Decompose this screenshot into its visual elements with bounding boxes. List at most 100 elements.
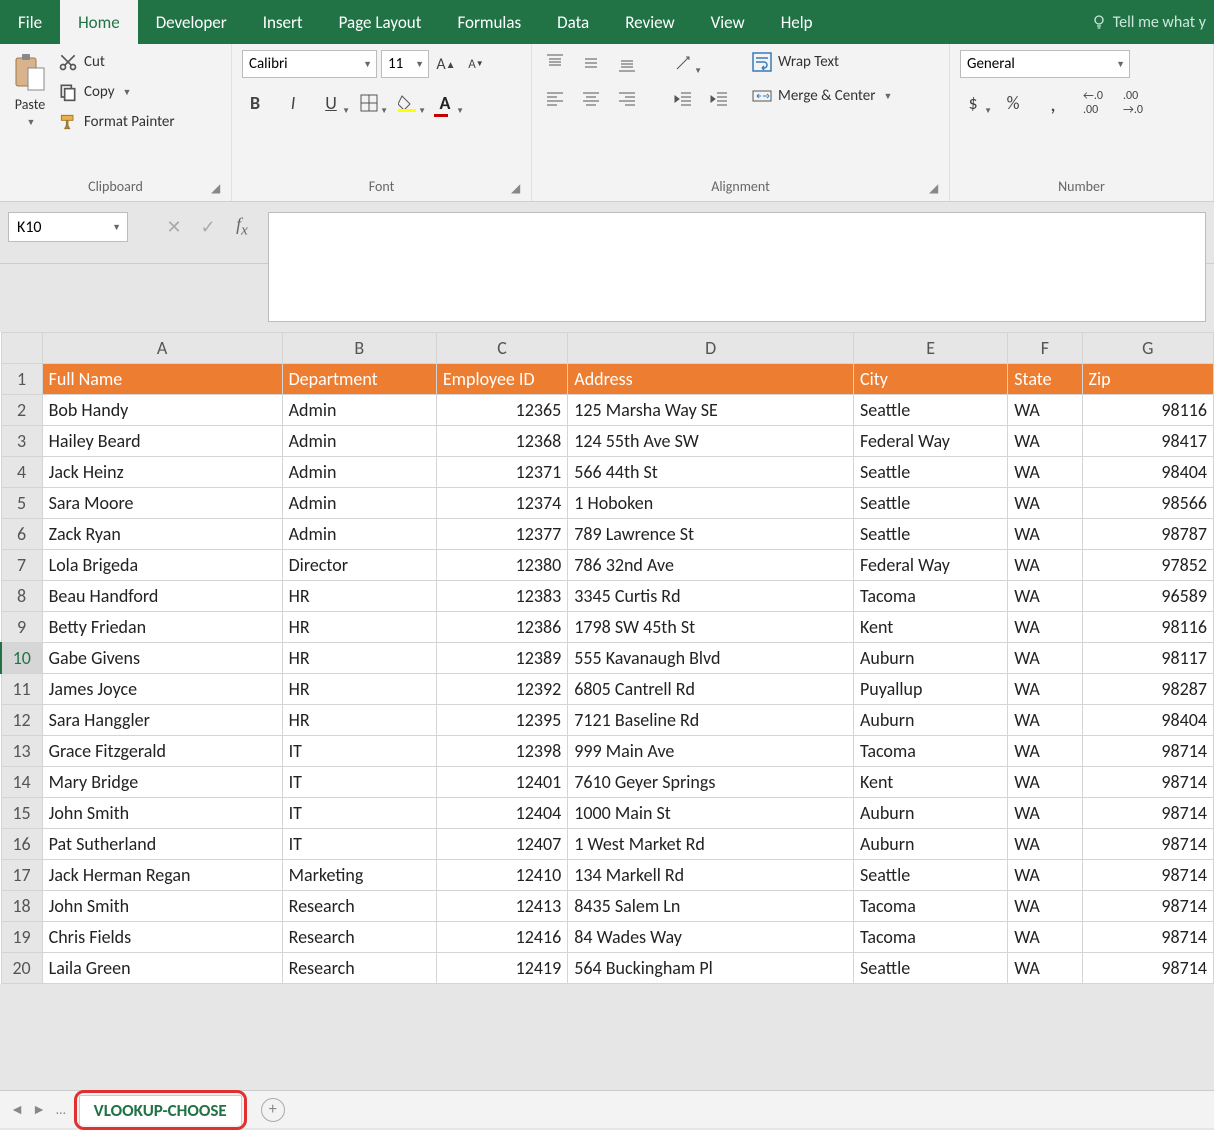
increase-font-button[interactable]: A▲ [433, 51, 459, 77]
cell[interactable]: IT [282, 798, 436, 829]
cell[interactable]: WA [1008, 612, 1082, 643]
tab-home[interactable]: Home [60, 0, 138, 44]
cell[interactable]: WA [1008, 705, 1082, 736]
cell[interactable]: 96589 [1082, 581, 1213, 612]
row-header[interactable]: 2 [1, 395, 42, 426]
tell-me-search[interactable]: Tell me what y [1091, 13, 1214, 32]
cell[interactable]: Sara Moore [42, 488, 282, 519]
insert-function-button[interactable]: fx [228, 212, 256, 242]
row-header[interactable]: 1 [1, 364, 42, 395]
cell[interactable]: IT [282, 736, 436, 767]
row-header[interactable]: 16 [1, 829, 42, 860]
clipboard-launcher[interactable]: ◢ [211, 181, 225, 195]
cell[interactable]: 786 32nd Ave [568, 550, 854, 581]
row-header[interactable]: 15 [1, 798, 42, 829]
cell[interactable]: Federal Way [853, 426, 1007, 457]
cell[interactable]: 98566 [1082, 488, 1213, 519]
decrease-decimal-button[interactable]: .00→.0 [1120, 90, 1146, 116]
cell[interactable]: 134 Markell Rd [568, 860, 854, 891]
cell[interactable]: WA [1008, 829, 1082, 860]
cell[interactable]: Federal Way [853, 550, 1007, 581]
cell[interactable]: WA [1008, 550, 1082, 581]
cell[interactable]: Beau Handford [42, 581, 282, 612]
cell[interactable]: 12404 [436, 798, 567, 829]
align-middle-button[interactable] [578, 50, 604, 76]
cell[interactable]: Seattle [853, 519, 1007, 550]
spreadsheet-grid[interactable]: ABCDEFG1Full NameDepartmentEmployee IDAd… [0, 332, 1214, 984]
tab-data[interactable]: Data [539, 0, 607, 44]
column-header-D[interactable]: D [568, 333, 854, 364]
cell[interactable]: Puyallup [853, 674, 1007, 705]
borders-button[interactable]: ▼ [356, 90, 382, 116]
wrap-text-button[interactable]: Wrap Text [752, 52, 892, 72]
row-header[interactable]: 19 [1, 922, 42, 953]
cell[interactable]: 98714 [1082, 922, 1213, 953]
merge-center-button[interactable]: Merge & Center ▼ [752, 86, 892, 106]
cell[interactable]: 12368 [436, 426, 567, 457]
cell[interactable]: WA [1008, 581, 1082, 612]
header-cell[interactable]: City [853, 364, 1007, 395]
cell[interactable]: Research [282, 891, 436, 922]
accounting-format-button[interactable]: $▼ [960, 90, 986, 116]
increase-decimal-button[interactable]: ←.0.00 [1080, 90, 1106, 116]
cell[interactable]: 555 Kavanaugh Blvd [568, 643, 854, 674]
cell[interactable]: Sara Hanggler [42, 705, 282, 736]
align-center-button[interactable] [578, 86, 604, 112]
column-header-C[interactable]: C [436, 333, 567, 364]
row-header[interactable]: 6 [1, 519, 42, 550]
cell[interactable]: Director [282, 550, 436, 581]
cell[interactable]: 98404 [1082, 705, 1213, 736]
cell[interactable]: Marketing [282, 860, 436, 891]
cell[interactable]: WA [1008, 519, 1082, 550]
cell[interactable]: 97852 [1082, 550, 1213, 581]
cell[interactable]: Admin [282, 457, 436, 488]
cell[interactable]: 1 West Market Rd [568, 829, 854, 860]
cell[interactable]: IT [282, 767, 436, 798]
cell[interactable]: 1000 Main St [568, 798, 854, 829]
cell[interactable]: HR [282, 705, 436, 736]
row-header[interactable]: 20 [1, 953, 42, 984]
cell[interactable]: Research [282, 953, 436, 984]
cell[interactable]: 125 Marsha Way SE [568, 395, 854, 426]
cell[interactable]: 564 Buckingham Pl [568, 953, 854, 984]
cell[interactable]: 12392 [436, 674, 567, 705]
tab-file[interactable]: File [0, 0, 60, 44]
tab-page-layout[interactable]: Page Layout [321, 0, 440, 44]
cell[interactable]: Research [282, 922, 436, 953]
cell[interactable]: Seattle [853, 395, 1007, 426]
cell[interactable]: 12413 [436, 891, 567, 922]
cell[interactable]: WA [1008, 860, 1082, 891]
cut-button[interactable]: Cut [58, 52, 175, 72]
cell[interactable]: Tacoma [853, 736, 1007, 767]
cell[interactable]: 7121 Baseline Rd [568, 705, 854, 736]
cell[interactable]: 12383 [436, 581, 567, 612]
cell[interactable]: Auburn [853, 643, 1007, 674]
row-header[interactable]: 4 [1, 457, 42, 488]
align-bottom-button[interactable] [614, 50, 640, 76]
cell[interactable]: 98417 [1082, 426, 1213, 457]
cell[interactable]: Tacoma [853, 891, 1007, 922]
cell[interactable]: Seattle [853, 457, 1007, 488]
cell[interactable]: 98714 [1082, 829, 1213, 860]
cell[interactable]: HR [282, 612, 436, 643]
fill-color-button[interactable]: ▼ [394, 90, 420, 116]
column-header-E[interactable]: E [853, 333, 1007, 364]
cell[interactable]: 1 Hoboken [568, 488, 854, 519]
cell[interactable]: Admin [282, 488, 436, 519]
tab-formulas[interactable]: Formulas [439, 0, 539, 44]
cell[interactable]: Chris Fields [42, 922, 282, 953]
cell[interactable]: WA [1008, 426, 1082, 457]
cell[interactable]: 789 Lawrence St [568, 519, 854, 550]
cell[interactable]: Admin [282, 426, 436, 457]
font-color-button[interactable]: A ▼ [432, 90, 458, 116]
increase-indent-button[interactable] [706, 86, 732, 112]
cell[interactable]: 12395 [436, 705, 567, 736]
italic-button[interactable]: I [280, 90, 306, 116]
cell[interactable]: 12419 [436, 953, 567, 984]
cell[interactable]: WA [1008, 736, 1082, 767]
cell[interactable]: 12398 [436, 736, 567, 767]
cell[interactable]: Bob Handy [42, 395, 282, 426]
decrease-font-button[interactable]: A▼ [463, 51, 489, 77]
cell[interactable]: 12401 [436, 767, 567, 798]
cell[interactable]: WA [1008, 798, 1082, 829]
